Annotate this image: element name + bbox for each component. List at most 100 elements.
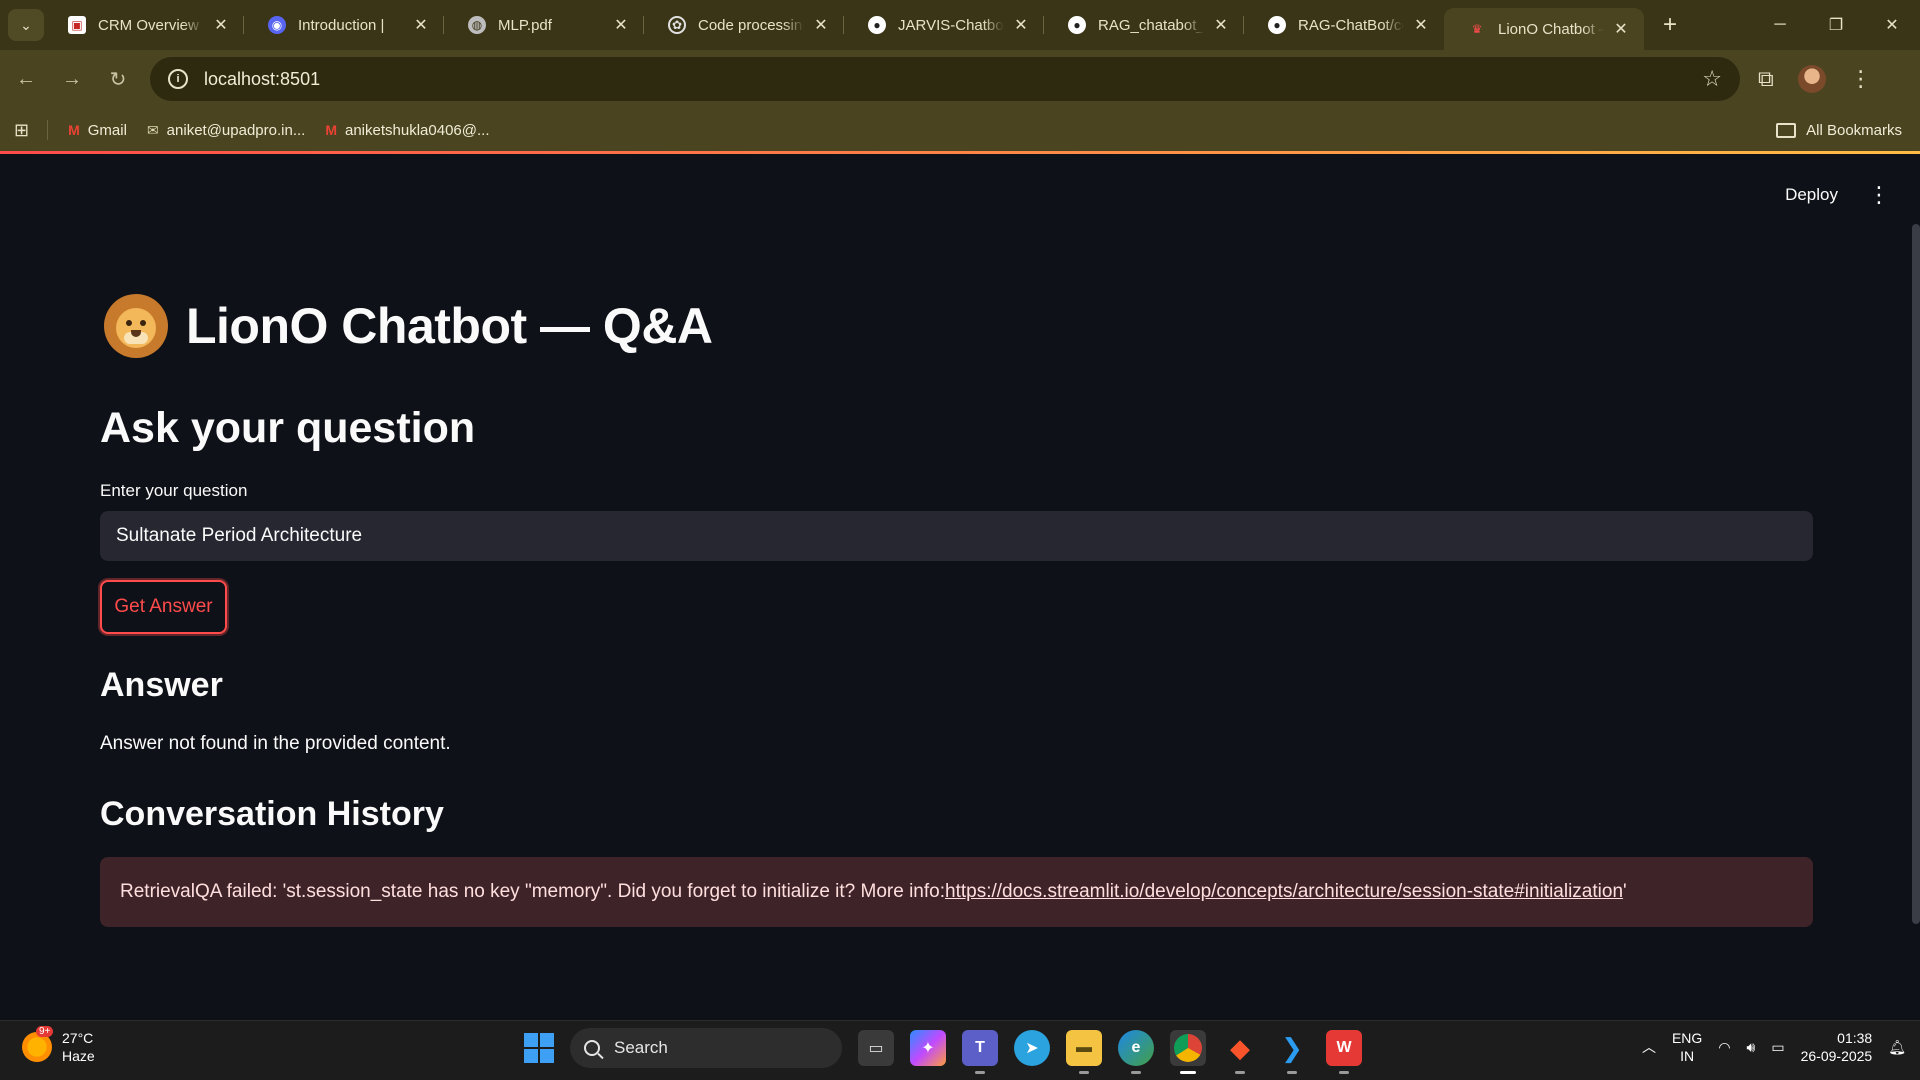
haze-sun-icon: 9+	[22, 1026, 54, 1062]
task-view-icon[interactable]: ▭	[858, 1030, 894, 1066]
close-icon[interactable]: ✕	[1212, 15, 1230, 35]
search-icon	[584, 1040, 600, 1056]
page-title: LionO Chatbot — Q&A	[186, 298, 713, 354]
reload-icon: ↻	[109, 68, 127, 91]
windows-taskbar: 9+ 27°C Haze Search ▭ ✦ T ➤ ▬ e ◆ ❯ W ︿ …	[0, 1020, 1920, 1080]
tab-introduction[interactable]: ◉ Introduction | ✕	[244, 0, 444, 50]
bookmark-star-icon[interactable]: ☆	[1702, 66, 1722, 92]
close-icon[interactable]: ✕	[412, 15, 430, 35]
error-message: RetrievalQA failed: 'st.session_state ha…	[120, 881, 945, 902]
tab-rag-chatbot-co[interactable]: ● RAG-ChatBot/co ✕	[1244, 0, 1444, 50]
chrome-icon[interactable]	[1170, 1030, 1206, 1074]
windows-start-icon[interactable]	[524, 1033, 554, 1063]
close-icon[interactable]: ✕	[612, 15, 630, 35]
history-heading: Conversation History	[100, 795, 444, 833]
question-input-label: Enter your question	[100, 481, 248, 500]
reload-button[interactable]: ↻	[98, 59, 138, 99]
tab-rag-chatabot[interactable]: ● RAG_chatabot_w ✕	[1044, 0, 1244, 50]
crm-icon: ▣	[68, 16, 86, 34]
time: 01:38	[1837, 1030, 1873, 1046]
brave-icon[interactable]: ◆	[1222, 1030, 1258, 1074]
close-icon[interactable]: ✕	[812, 15, 830, 35]
copilot-icon[interactable]: ✦	[910, 1030, 946, 1066]
tab-liono-chatbot[interactable]: ♛ LionO Chatbot — ✕	[1444, 8, 1644, 50]
github-icon: ●	[1068, 16, 1086, 34]
tab-jarvis-chatbot[interactable]: ● JARVIS-Chatbot- ✕	[844, 0, 1044, 50]
browser-toolbar: ← → ↻ i localhost:8501 ☆ ⧉ ⋮	[0, 50, 1920, 108]
wifi-icon[interactable]: ◠	[1718, 1039, 1730, 1056]
arrow-right-icon: →	[62, 67, 82, 90]
arrow-left-icon: ←	[16, 67, 36, 90]
minimize-icon: ─	[1774, 16, 1786, 33]
docs-link[interactable]: https://docs.streamlit.io/develop/concep…	[945, 881, 1623, 903]
forward-button[interactable]: →	[52, 59, 92, 99]
clock[interactable]: 01:38 26-09-2025	[1801, 1029, 1873, 1065]
close-icon[interactable]: ✕	[1412, 15, 1430, 35]
extensions-icon[interactable]: ⧉	[1758, 66, 1774, 92]
apps-grid-icon[interactable]: ⊞	[14, 120, 29, 141]
info-icon[interactable]: i	[168, 69, 188, 89]
back-button[interactable]: ←	[6, 59, 46, 99]
bookmarks-bar: ⊞ M Gmail ✉ aniket@upadpro.in... M anike…	[0, 108, 1920, 152]
question-input[interactable]: Sultanate Period Architecture	[100, 511, 1813, 561]
telegram-icon[interactable]: ➤	[1014, 1030, 1050, 1066]
answer-text: Answer not found in the provided content…	[100, 733, 451, 754]
notifications-icon[interactable]: 🔔︎	[1888, 1039, 1906, 1056]
main-menu-icon[interactable]: ⋮	[1868, 184, 1890, 206]
tab-crm-overview[interactable]: ▣ CRM Overview | ✕	[44, 0, 244, 50]
bookmark-gmail[interactable]: M Gmail	[68, 122, 127, 139]
close-icon[interactable]: ✕	[212, 15, 230, 35]
notification-badge: 9+	[36, 1026, 54, 1037]
close-icon: ✕	[1885, 17, 1899, 34]
streamlit-app: Deploy ⋮ LionO Chatbot — Q&A Ask your qu…	[0, 154, 1920, 1020]
github-icon: ●	[868, 16, 886, 34]
tab-code-processing[interactable]: ✿ Code processing ✕	[644, 0, 844, 50]
streamlit-icon: ♛	[1471, 22, 1483, 36]
folder-icon	[1776, 122, 1797, 138]
answer-heading: Answer	[100, 666, 223, 704]
close-icon[interactable]: ✕	[1012, 15, 1030, 35]
globe-icon: ◍	[468, 16, 486, 34]
battery-icon[interactable]: ▭	[1771, 1039, 1784, 1056]
restore-icon: ❐	[1828, 17, 1844, 34]
mail-icon: ✉	[146, 121, 159, 138]
lion-icon	[104, 294, 168, 358]
bookmark-upadpro-mail[interactable]: ✉ aniket@upadpro.in...	[147, 122, 305, 139]
language-indicator[interactable]: ENG IN	[1672, 1029, 1702, 1065]
edge-icon[interactable]: e	[1118, 1030, 1154, 1074]
new-tab-button[interactable]: +	[1652, 7, 1688, 43]
page-title-row: LionO Chatbot — Q&A	[104, 294, 713, 358]
close-icon[interactable]: ✕	[1612, 19, 1630, 39]
all-bookmarks-button[interactable]: All Bookmarks	[1776, 122, 1902, 139]
tab-mlp-pdf[interactable]: ◍ MLP.pdf ✕	[444, 0, 644, 50]
tab-search-button[interactable]: ⌄	[8, 9, 44, 41]
address-bar[interactable]: i localhost:8501 ☆	[150, 57, 1740, 101]
volume-icon[interactable]: 🔊︎	[1747, 1039, 1756, 1056]
github-icon: ●	[1268, 16, 1286, 34]
ask-heading: Ask your question	[100, 404, 476, 452]
gmail-icon: M	[68, 122, 80, 138]
vscode-icon[interactable]: ❯	[1274, 1030, 1310, 1074]
gmail-icon: M	[325, 122, 337, 138]
profile-avatar[interactable]	[1797, 65, 1826, 93]
teams-icon[interactable]: T	[962, 1030, 998, 1074]
menu-dots-icon[interactable]: ⋮	[1850, 66, 1872, 92]
deploy-button[interactable]: Deploy	[1785, 185, 1838, 205]
weather-widget[interactable]: 9+ 27°C Haze	[22, 1026, 95, 1065]
taskbar-search[interactable]: Search	[570, 1028, 842, 1068]
app-header: Deploy ⋮	[1785, 184, 1890, 206]
plus-icon: +	[1662, 11, 1677, 38]
minimize-button[interactable]: ─	[1752, 0, 1808, 50]
temperature: 27°C	[62, 1030, 94, 1046]
wps-office-icon[interactable]: W	[1326, 1030, 1362, 1074]
restore-button[interactable]: ❐	[1808, 0, 1864, 50]
scrollbar[interactable]	[1912, 224, 1920, 924]
file-explorer-icon[interactable]: ▬	[1066, 1030, 1102, 1074]
discord-icon: ◉	[268, 16, 286, 34]
chevron-up-icon[interactable]: ︿	[1642, 1037, 1656, 1057]
get-answer-button[interactable]: Get Answer	[100, 580, 227, 634]
bookmark-aniketshukla-gmail[interactable]: M aniketshukla0406@...	[325, 122, 489, 139]
close-window-button[interactable]: ✕	[1864, 0, 1920, 50]
taskbar-apps: Search ▭ ✦ T ➤ ▬ e ◆ ❯ W	[524, 1028, 1362, 1074]
chevron-down-icon: ⌄	[20, 16, 32, 33]
